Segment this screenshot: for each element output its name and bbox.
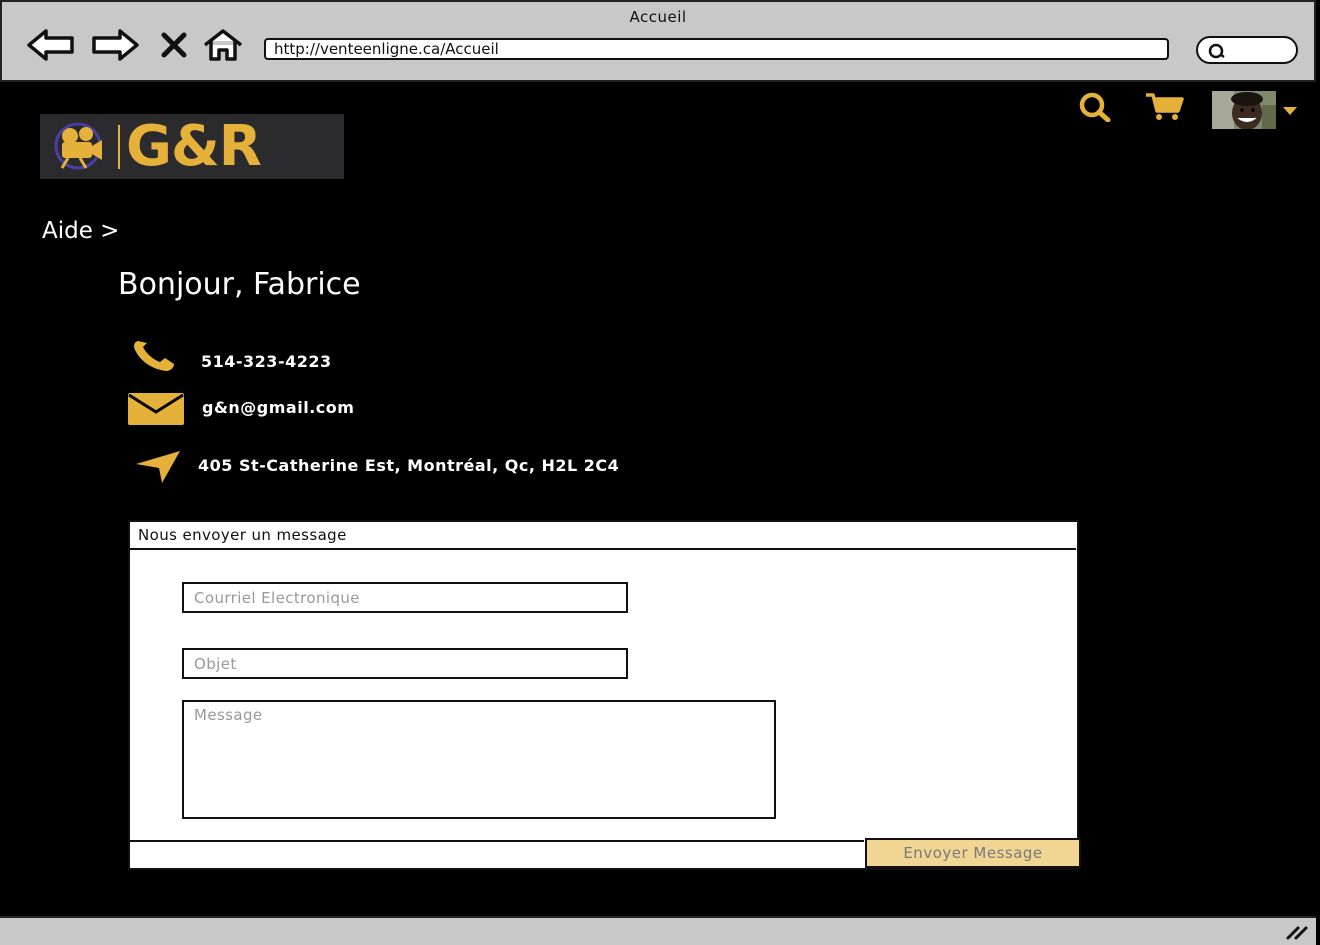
form-footer (130, 840, 864, 868)
send-message-button[interactable]: Envoyer Message (865, 838, 1081, 868)
close-icon[interactable] (160, 32, 188, 58)
arrow-left-icon[interactable] (26, 28, 76, 62)
url-bar[interactable]: http://venteenligne.ca/Accueil (264, 38, 1169, 60)
location-arrow-icon (136, 451, 180, 483)
message-textarea[interactable] (182, 700, 776, 819)
breadcrumb[interactable]: Aide > (42, 218, 119, 244)
avatar[interactable] (1212, 91, 1276, 129)
logo-divider (118, 124, 120, 169)
page-title: Bonjour, Fabrice (118, 267, 361, 302)
phone-icon (134, 341, 174, 371)
camera-logo-icon (40, 114, 112, 179)
message-form-panel: Nous envoyer un message Envoyer Message (128, 520, 1081, 870)
contact-address: 405 St-Catherine Est, Montréal, Qc, H2L … (198, 456, 620, 475)
contact-phone: 514-323-4223 (201, 352, 332, 371)
envelope-icon (128, 393, 184, 425)
page-content: G&R Aide > Bonjour, Fabrice 514-323-4223… (0, 84, 1320, 916)
message-form-title: Nous envoyer un message (130, 522, 1076, 550)
email-field[interactable] (182, 582, 628, 613)
browser-search-field[interactable] (1196, 36, 1298, 64)
home-icon[interactable] (202, 28, 244, 62)
arrow-right-icon[interactable] (90, 28, 140, 62)
resize-grip-icon[interactable] (1284, 924, 1310, 940)
logo-text: G&R (126, 114, 262, 179)
subject-field[interactable] (182, 648, 628, 679)
logo[interactable]: G&R (40, 114, 344, 179)
cart-icon[interactable] (1144, 92, 1186, 122)
status-bar (0, 916, 1316, 945)
window-title: Accueil (629, 8, 687, 26)
contact-email: g&n@gmail.com (202, 398, 355, 417)
caret-down-icon[interactable] (1282, 106, 1298, 116)
browser-chrome: Accueil http://venteenligne.ca/Accueil (0, 0, 1316, 82)
search-icon[interactable] (1075, 92, 1117, 122)
search-icon (1208, 43, 1225, 59)
